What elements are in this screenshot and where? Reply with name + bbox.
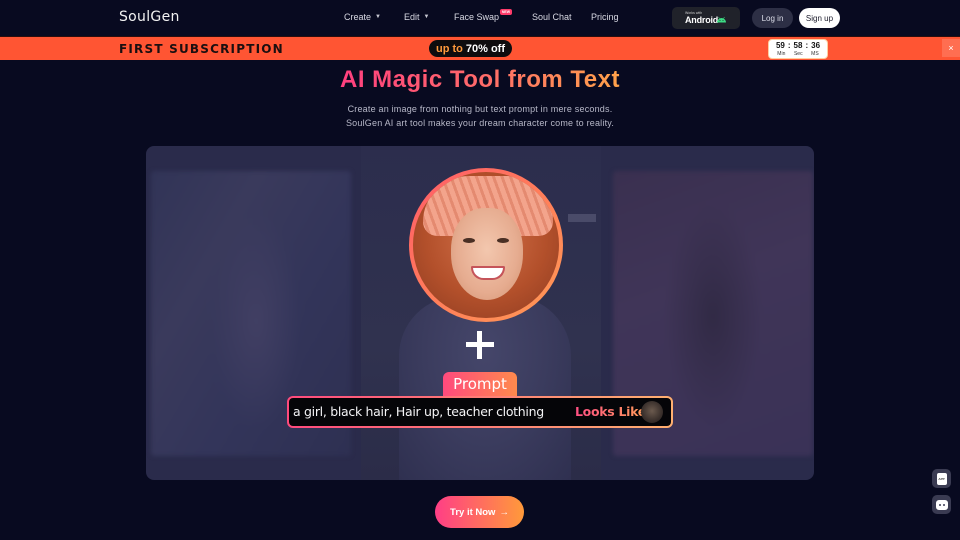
nav-pricing[interactable]: Pricing [591,12,619,22]
hero-subtitle-2: SoulGen AI art tool makes your dream cha… [345,118,615,128]
chat-support-button[interactable] [932,495,951,514]
nav-face-swap[interactable]: Face Swap NEW [454,9,513,22]
caret-down-icon: ▼ [423,14,430,20]
close-icon[interactable]: × [942,39,960,57]
promo-title: FIRST SUBSCRIPTION [119,42,284,56]
eye [463,238,475,243]
nav-soul-chat[interactable]: Soul Chat [532,12,572,22]
timer-sep: : [805,41,809,50]
face-photo [413,172,559,318]
nav-create-label: Create [344,12,372,22]
promo-banner[interactable]: FIRST SUBSCRIPTION up to 70% off 59 : 58… [0,36,960,60]
plus-icon [464,329,496,361]
prompt-text: a girl, black hair, Hair up, teacher clo… [293,404,544,419]
prompt-box: a girl, black hair, Hair up, teacher clo… [287,396,673,428]
timer-sep: : [787,41,791,50]
android-app-button[interactable]: Works with Android [672,7,740,29]
app-download-button[interactable]: APP [932,469,951,488]
promo-discount-pill: up to 70% off [429,40,513,57]
login-button[interactable]: Log in [752,8,793,28]
app-icon: APP [936,472,947,485]
looks-like-label: Looks Like [575,404,646,419]
nav-soul-chat-label: Soul Chat [532,12,572,22]
logo[interactable]: SoulGen [119,9,180,25]
caret-down-icon: ▼ [375,14,381,20]
timer-label-sec: Sec [793,51,803,57]
timer-min: 59 [775,41,785,50]
nav-create[interactable]: Create ▼ [344,12,381,22]
countdown-timer: 59 : 58 : 36 Min Sec MS [768,39,828,59]
hero-subtitle-1: Create an image from nothing but text pr… [347,104,613,114]
cta-label: Try it Now [450,506,496,518]
smile [471,266,505,280]
signup-button[interactable]: Sign up [799,8,840,28]
background-shelf [568,214,596,222]
top-nav: SoulGen Create ▼ Edit ▼ Face Swap NEW So… [0,0,960,36]
chat-icon [935,499,948,510]
page-title: AI Magic Tool from Text [0,66,960,94]
new-badge: NEW [499,9,513,15]
page-title-text: AI Magic Tool from Text [340,66,620,93]
reference-face-avatar [409,168,563,322]
promo-pill-value: 70% off [465,42,506,55]
prompt-tag: Prompt [443,372,517,396]
smiling-face [451,208,523,300]
nav-edit[interactable]: Edit ▼ [404,12,429,22]
android-robot-icon [717,16,726,23]
timer-label-ms: MS [811,51,819,57]
nav-edit-label: Edit [404,12,420,22]
try-it-now-button[interactable]: Try it Now → [435,496,524,528]
looks-like-avatar [641,401,663,423]
nav-face-swap-label: Face Swap [454,12,500,22]
eye [497,238,509,243]
timer-ms: 36 [811,41,821,50]
promo-pill-prefix: up to [436,42,463,55]
arrow-right-icon: → [499,506,509,518]
showcase-panel: Prompt a girl, black hair, Hair up, teac… [146,146,814,480]
timer-sec: 58 [793,41,803,50]
timer-label-min: Min [777,51,786,57]
nav-pricing-label: Pricing [591,12,619,22]
android-label: Android [685,15,719,25]
